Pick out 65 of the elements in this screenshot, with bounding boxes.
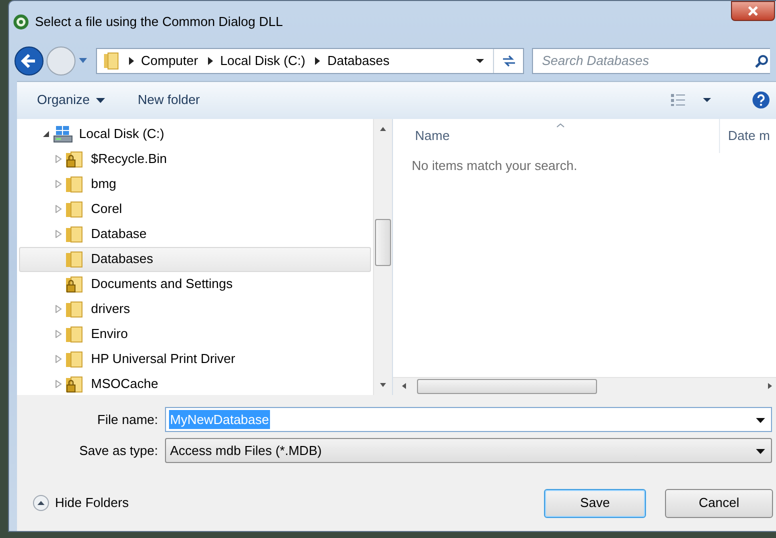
help-icon[interactable] xyxy=(752,91,770,110)
locked-folder-icon xyxy=(65,150,83,168)
file-type-dropdown[interactable]: Access mdb Files (*.MDB) xyxy=(165,438,772,464)
folder-icon xyxy=(103,52,119,70)
column-header[interactable]: Date m xyxy=(728,126,770,146)
folder-icon xyxy=(65,350,83,368)
dropdown-icon[interactable] xyxy=(475,56,485,65)
tree-item[interactable]: Local Disk (C:) xyxy=(19,122,371,147)
tree-item[interactable]: Enviro xyxy=(19,322,371,347)
chevron-icon[interactable] xyxy=(208,56,214,65)
collapse-icon xyxy=(33,495,49,512)
window-title: Select a file using the Common Dialog DLL xyxy=(35,13,283,31)
app-icon xyxy=(13,14,29,30)
view-icon[interactable] xyxy=(670,93,686,108)
close-button[interactable] xyxy=(731,1,775,21)
close-icon xyxy=(748,6,758,16)
column-header[interactable]: Name xyxy=(415,126,719,146)
scrollbar-thumb[interactable] xyxy=(375,218,391,266)
empty-message: No items match your search. xyxy=(412,156,578,175)
scroll-down-icon[interactable] xyxy=(379,382,387,388)
dropdown-icon[interactable] xyxy=(756,448,765,454)
caret-icon xyxy=(96,97,105,104)
refresh-icon[interactable] xyxy=(500,54,516,68)
folder-icon xyxy=(65,250,83,268)
field-label: File name: xyxy=(96,410,159,429)
folder-icon xyxy=(65,300,83,318)
back-icon[interactable] xyxy=(14,46,44,76)
expanded-icon[interactable] xyxy=(42,130,52,138)
tree-item[interactable]: Database xyxy=(19,222,371,247)
drive-icon xyxy=(53,125,73,144)
breadcrumb-item[interactable]: Local Disk (C:) xyxy=(220,51,306,71)
organize-button[interactable]: Organize xyxy=(37,90,105,110)
breadcrumb-item[interactable]: Computer xyxy=(141,51,198,71)
folder-icon xyxy=(65,200,83,218)
tree-item[interactable]: drivers xyxy=(19,296,371,322)
dialog-button[interactable]: Save xyxy=(544,488,646,518)
dropdown-icon[interactable] xyxy=(756,416,765,423)
caret-icon[interactable] xyxy=(702,96,712,104)
scroll-left-icon[interactable] xyxy=(401,382,407,390)
tree-item[interactable]: MSOCache xyxy=(19,372,371,397)
tree-item[interactable]: bmg xyxy=(19,172,371,197)
scrollbar[interactable] xyxy=(393,376,776,395)
address-bar[interactable]: Computer Local Disk (C:) Databases xyxy=(96,48,524,74)
hide-folders-button[interactable]: Hide Folders xyxy=(33,493,129,513)
scroll-up-icon[interactable] xyxy=(379,126,387,132)
locked-folder-icon xyxy=(65,275,83,294)
chevron-icon[interactable] xyxy=(315,56,320,65)
chevron-icon[interactable] xyxy=(129,56,134,65)
scroll-right-icon[interactable] xyxy=(767,382,773,390)
tree-item[interactable]: HP Universal Print Driver xyxy=(19,346,371,372)
scrollbar[interactable] xyxy=(373,118,392,395)
tree-item[interactable]: Databases xyxy=(19,246,371,272)
search-icon[interactable] xyxy=(755,54,769,68)
folder-icon xyxy=(65,225,83,244)
tree-item[interactable]: $Recycle.Bin xyxy=(19,146,371,172)
scrollbar-thumb[interactable] xyxy=(417,378,597,394)
tree-item[interactable]: Documents and Settings xyxy=(19,272,371,297)
breadcrumb-item[interactable]: Databases xyxy=(327,51,390,71)
folder-icon xyxy=(65,325,83,344)
dialog-button[interactable]: Cancel xyxy=(665,488,773,518)
locked-folder-icon xyxy=(65,375,83,394)
folder-icon xyxy=(65,175,83,194)
new-folder-button[interactable]: New folder xyxy=(138,90,200,110)
field-label: Save as type: xyxy=(78,442,159,460)
tree-item[interactable]: Corel xyxy=(19,196,371,222)
